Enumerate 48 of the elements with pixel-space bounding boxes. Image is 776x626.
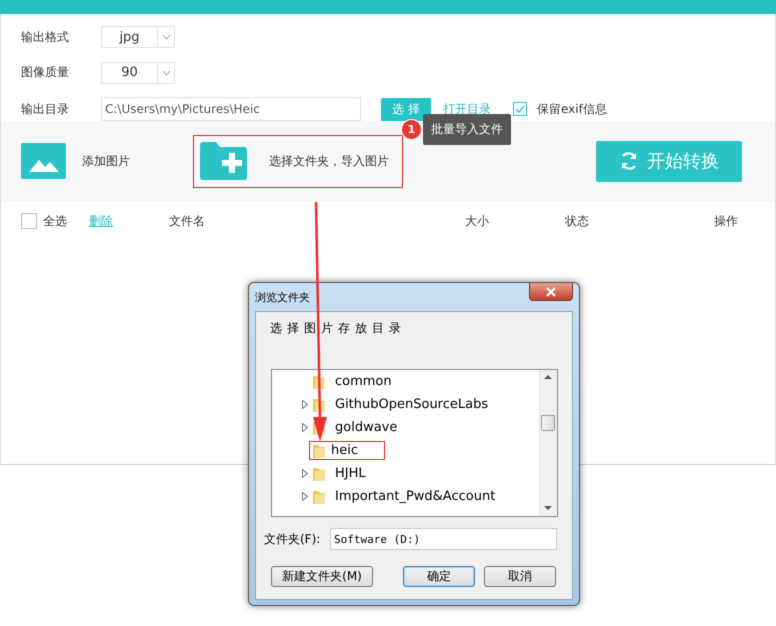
tree-item[interactable]: GithubOpenSourceLabs <box>330 395 494 414</box>
add-folder-button[interactable]: 选择文件夹，导入图片 <box>193 134 403 188</box>
setting-label: 输出格式 <box>21 28 70 46</box>
expand-icon[interactable] <box>302 492 308 501</box>
folder-icon <box>312 442 326 458</box>
dialog-button[interactable]: 确定 <box>403 566 475 587</box>
folder-icon <box>312 488 326 504</box>
setting-label: 图像质量 <box>21 64 70 82</box>
select-all-label: 全选 <box>43 213 67 230</box>
refresh-icon <box>619 151 639 171</box>
folder-label: 文件夹(F): <box>264 530 322 548</box>
checkbox[interactable] <box>513 102 527 116</box>
tree-item[interactable]: HJHL <box>330 464 371 483</box>
folder-add-icon <box>200 142 247 180</box>
expand-icon[interactable] <box>302 400 308 409</box>
close-button[interactable] <box>529 283 573 301</box>
checkbox-label: 保留exif信息 <box>537 100 607 118</box>
folder-field[interactable]: Software (D:) <box>330 528 557 550</box>
scrollbar-thumb[interactable] <box>541 415 555 431</box>
dialog-button[interactable]: 新建文件夹(M) <box>271 566 373 587</box>
scrollbar[interactable] <box>539 370 557 516</box>
step-badge: 1 <box>401 119 422 140</box>
path-field[interactable]: C:\Users\my\Pictures\Heic <box>101 97 361 121</box>
setting-label: 输出目录 <box>21 100 70 118</box>
dialog-title: 浏览文件夹 <box>255 290 310 304</box>
checkbox[interactable] <box>21 213 37 229</box>
folder-icon <box>312 466 326 482</box>
dropdown[interactable]: jpg <box>101 26 175 48</box>
column-header: 状态 <box>565 213 589 230</box>
column-header: 文件名 <box>169 213 205 230</box>
chevron-down-icon <box>162 34 170 40</box>
expand-icon[interactable] <box>302 423 308 432</box>
scroll-up-icon[interactable] <box>544 374 552 379</box>
scroll-down-icon[interactable] <box>544 506 552 511</box>
tooltip: 批量导入文件 <box>423 114 511 145</box>
column-header: 大小 <box>465 213 489 230</box>
chevron-down-icon <box>162 70 170 76</box>
column-header: 操作 <box>714 213 738 230</box>
tree-item[interactable]: heic <box>309 441 385 460</box>
close-icon <box>545 286 557 296</box>
dropdown[interactable]: 90 <box>101 62 175 84</box>
expand-icon[interactable] <box>302 469 308 478</box>
dialog-prompt: 选择图片存放目录 <box>270 320 406 337</box>
tree-item[interactable]: Important_Pwd&Account <box>330 487 500 506</box>
add-image-label[interactable]: 添加图片 <box>82 152 130 170</box>
tree-item[interactable]: common <box>330 372 397 391</box>
dialog-button[interactable]: 取消 <box>484 566 556 587</box>
tree-item[interactable]: goldwave <box>330 418 402 437</box>
